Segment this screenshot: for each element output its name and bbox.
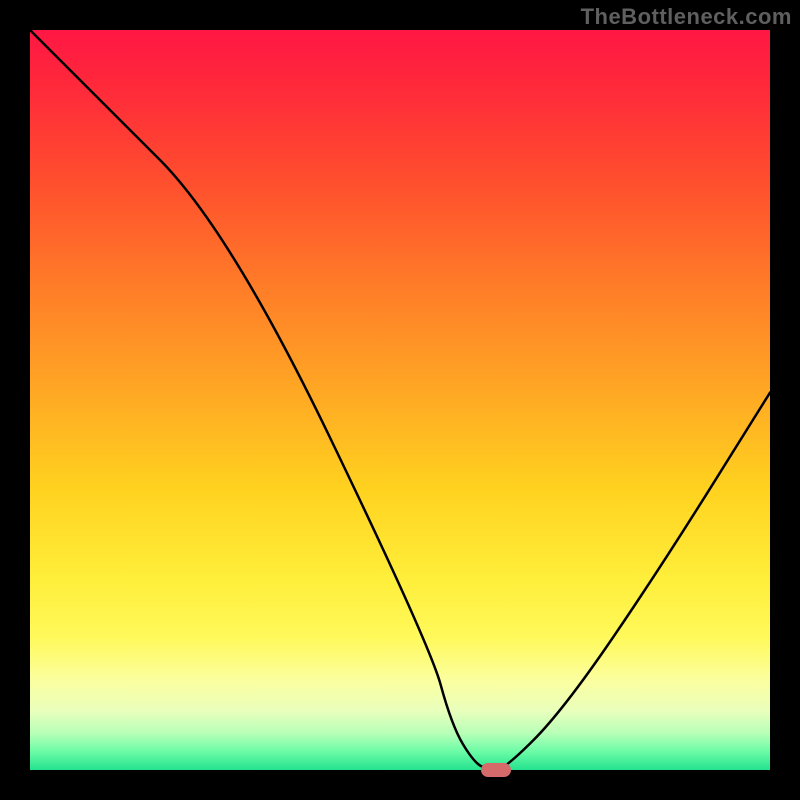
bottleneck-curve	[30, 30, 770, 770]
plot-area	[30, 30, 770, 770]
watermark-text: TheBottleneck.com	[581, 4, 792, 30]
chart-frame: TheBottleneck.com	[0, 0, 800, 800]
optimum-marker	[481, 763, 511, 777]
